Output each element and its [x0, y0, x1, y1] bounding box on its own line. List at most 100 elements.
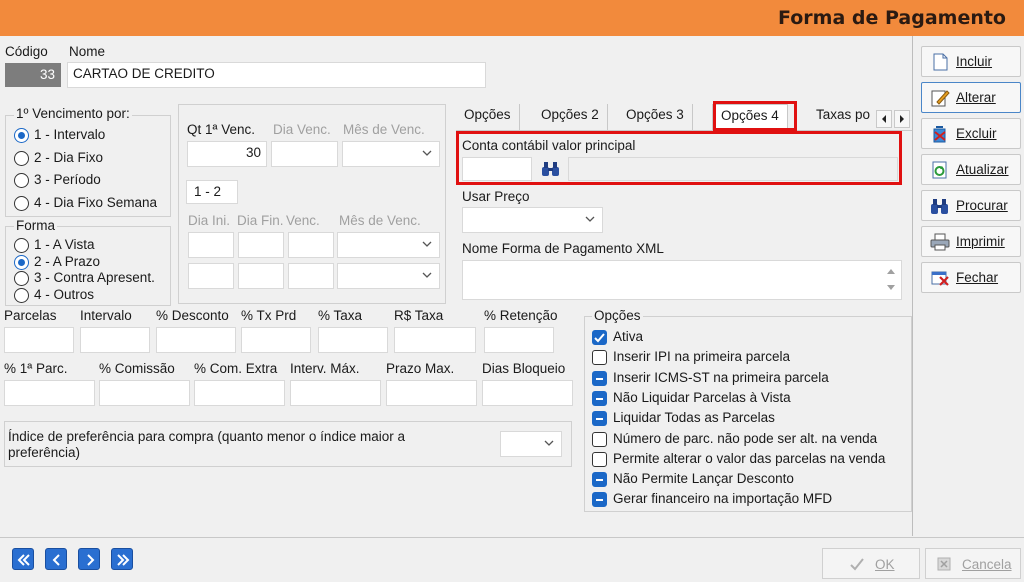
forma-option-label[interactable]: 3 - Contra Apresent.	[34, 270, 155, 285]
opcoes-checkbox-3[interactable]	[592, 370, 607, 386]
grid1-label: Parcelas	[4, 308, 57, 323]
prev-icon	[52, 554, 60, 566]
grid2-field[interactable]	[482, 380, 573, 406]
vencimento-label: 1º Vencimento por:	[14, 106, 132, 121]
cancel-button[interactable]: Cancela	[925, 548, 1021, 579]
nav-prev-button[interactable]	[45, 548, 67, 570]
imprimir-button[interactable]: Imprimir	[921, 226, 1021, 257]
vencimento-option-label[interactable]: 2 - Dia Fixo	[34, 150, 103, 165]
opcoes-item-label[interactable]: Gerar financeiro na importação MFD	[613, 491, 832, 506]
venc-field-2[interactable]	[288, 263, 334, 289]
title-bar: Forma de Pagamento	[0, 0, 1024, 36]
vencimento-option-label[interactable]: 1 - Intervalo	[34, 127, 105, 142]
grid2-field[interactable]	[99, 380, 190, 406]
tab-scroll-left[interactable]	[876, 110, 892, 128]
atualizar-button[interactable]: Atualizar	[921, 154, 1021, 185]
forma-option-label[interactable]: 2 - A Prazo	[34, 254, 100, 269]
nav-first-button[interactable]	[12, 548, 34, 570]
side-button-label: Imprimir	[956, 234, 1005, 249]
dia-ini-field-2[interactable]	[188, 263, 234, 289]
dia-fin-field-2[interactable]	[238, 263, 284, 289]
opcoes-item-label[interactable]: Não Liquidar Parcelas à Vista	[613, 390, 791, 405]
codigo-field[interactable]: 33	[5, 63, 61, 87]
nav-last-button[interactable]	[111, 548, 133, 570]
vencimento-radio-1[interactable]	[14, 128, 29, 143]
alterar-button[interactable]: Alterar	[921, 82, 1021, 113]
scroll-up-icon[interactable]	[885, 264, 897, 279]
printer-icon	[930, 233, 950, 251]
incluir-button[interactable]: Incluir	[921, 46, 1021, 77]
opcoes-checkbox-8[interactable]	[592, 472, 607, 488]
vencimento-radio-4[interactable]	[14, 195, 29, 211]
forma-radio-1[interactable]	[14, 238, 29, 253]
opcoes-item-label[interactable]: Liquidar Todas as Parcelas	[613, 410, 775, 425]
side-button-label: Alterar	[956, 90, 996, 105]
grid1-field[interactable]	[394, 327, 476, 353]
forma-radio-4[interactable]	[14, 287, 29, 303]
grid1-field[interactable]	[80, 327, 150, 353]
opcoes-item-label[interactable]: Inserir IPI na primeira parcela	[613, 349, 790, 364]
opcoes-checkbox-9[interactable]	[592, 492, 607, 508]
nav-next-button[interactable]	[78, 548, 100, 570]
dia-fin-label: Dia Fin.	[237, 213, 284, 228]
opcoes-checkbox-5[interactable]	[592, 411, 607, 427]
preferencia-select[interactable]	[500, 431, 562, 457]
opcoes-checkbox-2[interactable]	[592, 350, 607, 366]
dia-venc-field[interactable]	[271, 141, 338, 167]
refresh-icon	[930, 161, 950, 179]
mes-venc-select[interactable]	[342, 141, 440, 167]
excluir-button[interactable]: Excluir	[921, 118, 1021, 149]
grid2-field[interactable]	[194, 380, 285, 406]
tab-5[interactable]: Taxas po	[808, 104, 876, 130]
forma-radio-3[interactable]	[14, 271, 29, 286]
forma-option-label[interactable]: 1 - A Vista	[34, 237, 95, 252]
procurar-button[interactable]: Procurar	[921, 190, 1021, 221]
nome-xml-field[interactable]	[462, 260, 902, 300]
opcoes-checkbox-4[interactable]	[592, 390, 607, 406]
opcoes-item-label[interactable]: Não Permite Lançar Desconto	[613, 471, 794, 486]
grid1-field[interactable]	[4, 327, 74, 353]
grid2-field[interactable]	[4, 380, 95, 406]
nome-xml-label: Nome Forma de Pagamento XML	[462, 241, 664, 256]
fechar-button[interactable]: Fechar	[921, 262, 1021, 293]
opcoes-item-label[interactable]: Número de parc. não pode ser alt. na ven…	[613, 431, 877, 446]
opcoes-item-label[interactable]: Permite alterar o valor das parcelas na …	[613, 451, 885, 466]
chevron-down-icon	[421, 237, 433, 251]
grid1-field[interactable]	[484, 327, 554, 353]
scroll-down-icon[interactable]	[885, 281, 897, 296]
grid1-field[interactable]	[241, 327, 311, 353]
next-icon	[87, 554, 95, 566]
qt-venc-field[interactable]: 30	[187, 141, 267, 167]
vencimento-radio-2[interactable]	[14, 150, 29, 166]
opcoes-item-label[interactable]: Ativa	[613, 329, 643, 344]
grid2-field[interactable]	[386, 380, 477, 406]
vencimento-option-label[interactable]: 4 - Dia Fixo Semana	[34, 195, 157, 210]
tab-3[interactable]: Opções 3	[618, 104, 693, 130]
opcoes-item-label[interactable]: Inserir ICMS-ST na primeira parcela	[613, 370, 829, 385]
dia-ini-field-1[interactable]	[188, 232, 234, 258]
dia-fin-field-1[interactable]	[238, 232, 284, 258]
range-field[interactable]: 1 - 2	[186, 180, 238, 204]
opcoes-checkbox-6[interactable]	[592, 431, 607, 447]
grid1-field[interactable]	[156, 327, 236, 353]
forma-radio-2[interactable]	[14, 254, 29, 270]
document-icon	[930, 53, 950, 71]
grid2-field[interactable]	[290, 380, 381, 406]
venc-field-1[interactable]	[288, 232, 334, 258]
dia-ini-label: Dia Ini.	[188, 213, 231, 228]
nome-field[interactable]: CARTAO DE CREDITO	[67, 62, 486, 88]
vencimento-option-label[interactable]: 3 - Período	[34, 172, 101, 187]
tab-2[interactable]: Opções 2	[533, 104, 608, 130]
tab-scroll-right[interactable]	[894, 110, 910, 128]
tab-1[interactable]: Opções	[456, 104, 520, 130]
opcoes-checkbox-1[interactable]	[592, 330, 607, 345]
ok-button[interactable]: OK	[822, 548, 920, 579]
mes-venc-select-2[interactable]	[337, 263, 440, 289]
opcoes-label: Opções	[592, 308, 643, 323]
opcoes-checkbox-7[interactable]	[592, 451, 607, 467]
grid1-field[interactable]	[318, 327, 388, 353]
mes-venc-select-1[interactable]	[337, 232, 440, 258]
arrow-left-icon	[882, 115, 886, 123]
forma-option-label[interactable]: 4 - Outros	[34, 287, 94, 302]
usar-preco-select[interactable]	[462, 207, 603, 233]
